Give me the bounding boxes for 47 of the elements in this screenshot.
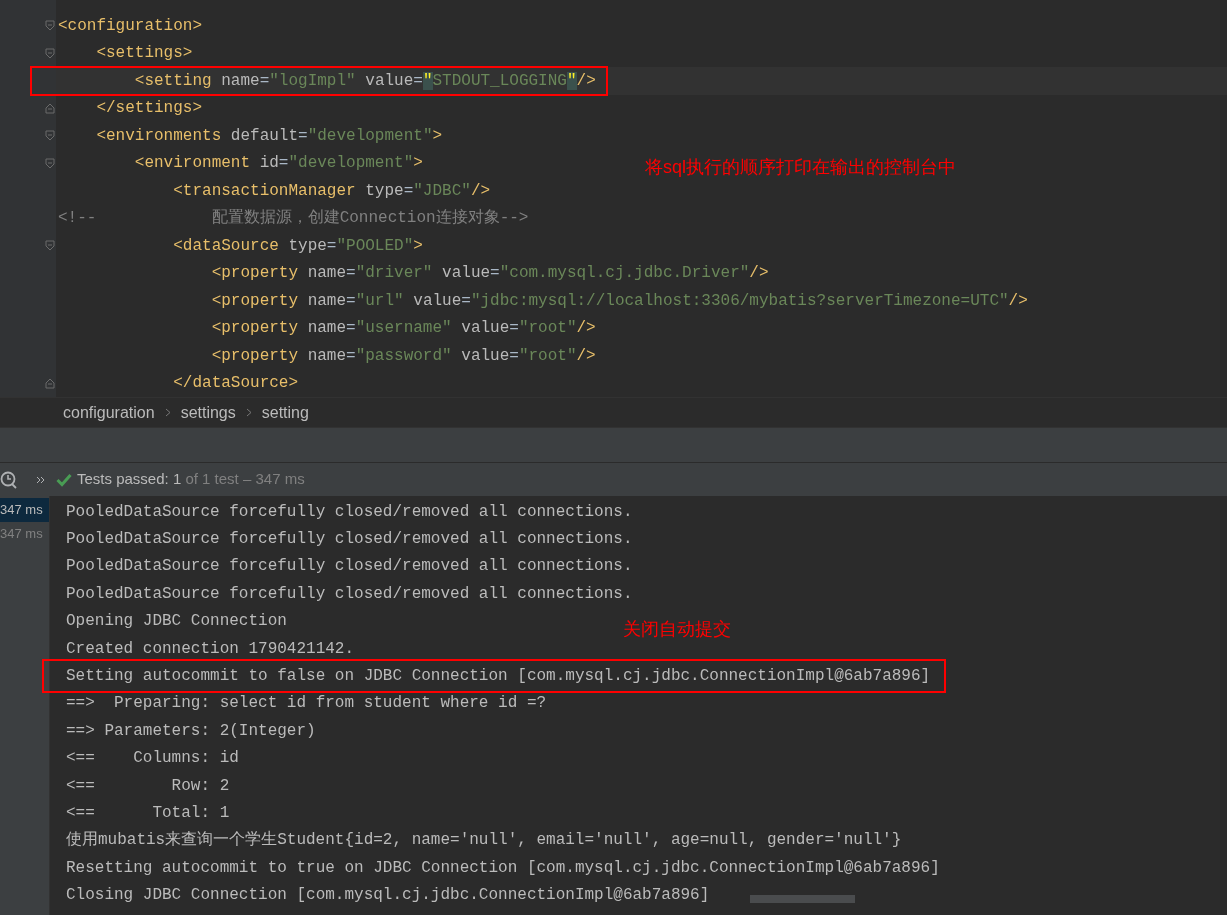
fold-icon[interactable]: [45, 47, 55, 59]
chevron-icon: [245, 408, 252, 417]
breadcrumb-item[interactable]: configuration: [63, 400, 155, 425]
console-line: Resetting autocommit to true on JDBC Connection [com.mysql.cj.jdbc.ConnectionImpl@6ab7a896]: [66, 857, 940, 879]
code-line: <property name="password" value="root"/>: [210, 345, 596, 367]
code-line: </settings>: [95, 98, 203, 120]
console-line: <== Total: 1: [66, 803, 230, 824]
code-line: <environments default="development">: [95, 125, 443, 147]
code-line: <!-- 配置数据源，创建Connection连接对象-->: [58, 208, 529, 230]
console-line: Opening JDBC Connection: [66, 611, 287, 633]
breadcrumb-item[interactable]: setting: [261, 400, 309, 425]
code-line: <dataSource type="POOLED">: [172, 235, 423, 257]
annotation-text: 关闭自动提交: [623, 618, 731, 641]
console-line: PooledDataSource forcefully closed/removed all connections.: [66, 529, 633, 551]
console-line: PooledDataSource forcefully closed/removed all connections.: [66, 583, 633, 605]
console-line: ==> Preparing: select id from student where id =?: [66, 693, 547, 715]
code-line: <configuration>: [58, 15, 203, 37]
console-line: ==> Parameters: 2(Integer): [66, 720, 316, 742]
console-line: <== Row: 2: [66, 775, 230, 797]
console-line: 使用mubatis来查询一个学生Student{id=2, name='null', email='null', age=null, gender='null'}: [66, 829, 902, 852]
code-line: <property name="url" value="jdbc:mysql://localhost:3306/mybatis?serverTimezone=UTC"/>: [210, 290, 1028, 312]
fold-icon[interactable]: [45, 377, 55, 389]
check-icon: [56, 472, 72, 487]
history-icon[interactable]: [0, 470, 18, 489]
code-line: <settings>: [95, 43, 193, 65]
console-line: Closing JDBC Connection [com.mysql.cj.jdbc.ConnectionImpl@6ab7a896]: [66, 885, 710, 907]
test-status: Tests passed: 1 of 1 test – 347 ms: [77, 469, 305, 490]
fold-icon[interactable]: [45, 130, 55, 142]
test-duration[interactable]: 347 ms: [0, 498, 49, 522]
fold-icon[interactable]: [45, 240, 55, 252]
console-line: PooledDataSource forcefully closed/removed all connections.: [66, 501, 633, 523]
chevron-icon: [164, 408, 171, 417]
console-line: PooledDataSource forcefully closed/removed all connections.: [66, 556, 633, 578]
console-line: Created connection 1790421142.: [66, 638, 355, 660]
fold-icon[interactable]: [45, 102, 55, 114]
code-line: <property name="username" value="root"/>: [210, 318, 596, 340]
scrollbar[interactable]: [750, 895, 855, 903]
fold-icon[interactable]: [45, 20, 55, 32]
fold-icon[interactable]: [45, 157, 55, 169]
annotation-text: 将sql执行的顺序打印在输出的控制台中: [645, 156, 956, 179]
code-line: <property name="driver" value="com.mysql.cj.jdbc.Driver"/>: [210, 263, 769, 285]
expand-icon[interactable]: [36, 475, 46, 484]
code-line: </dataSource>: [172, 373, 299, 395]
breadcrumb-item[interactable]: settings: [180, 400, 236, 425]
code-line: <transactionManager type="JDBC"/>: [172, 180, 491, 202]
code-line: <environment id="development">: [133, 153, 423, 175]
console-line: <== Columns: id: [66, 748, 239, 770]
